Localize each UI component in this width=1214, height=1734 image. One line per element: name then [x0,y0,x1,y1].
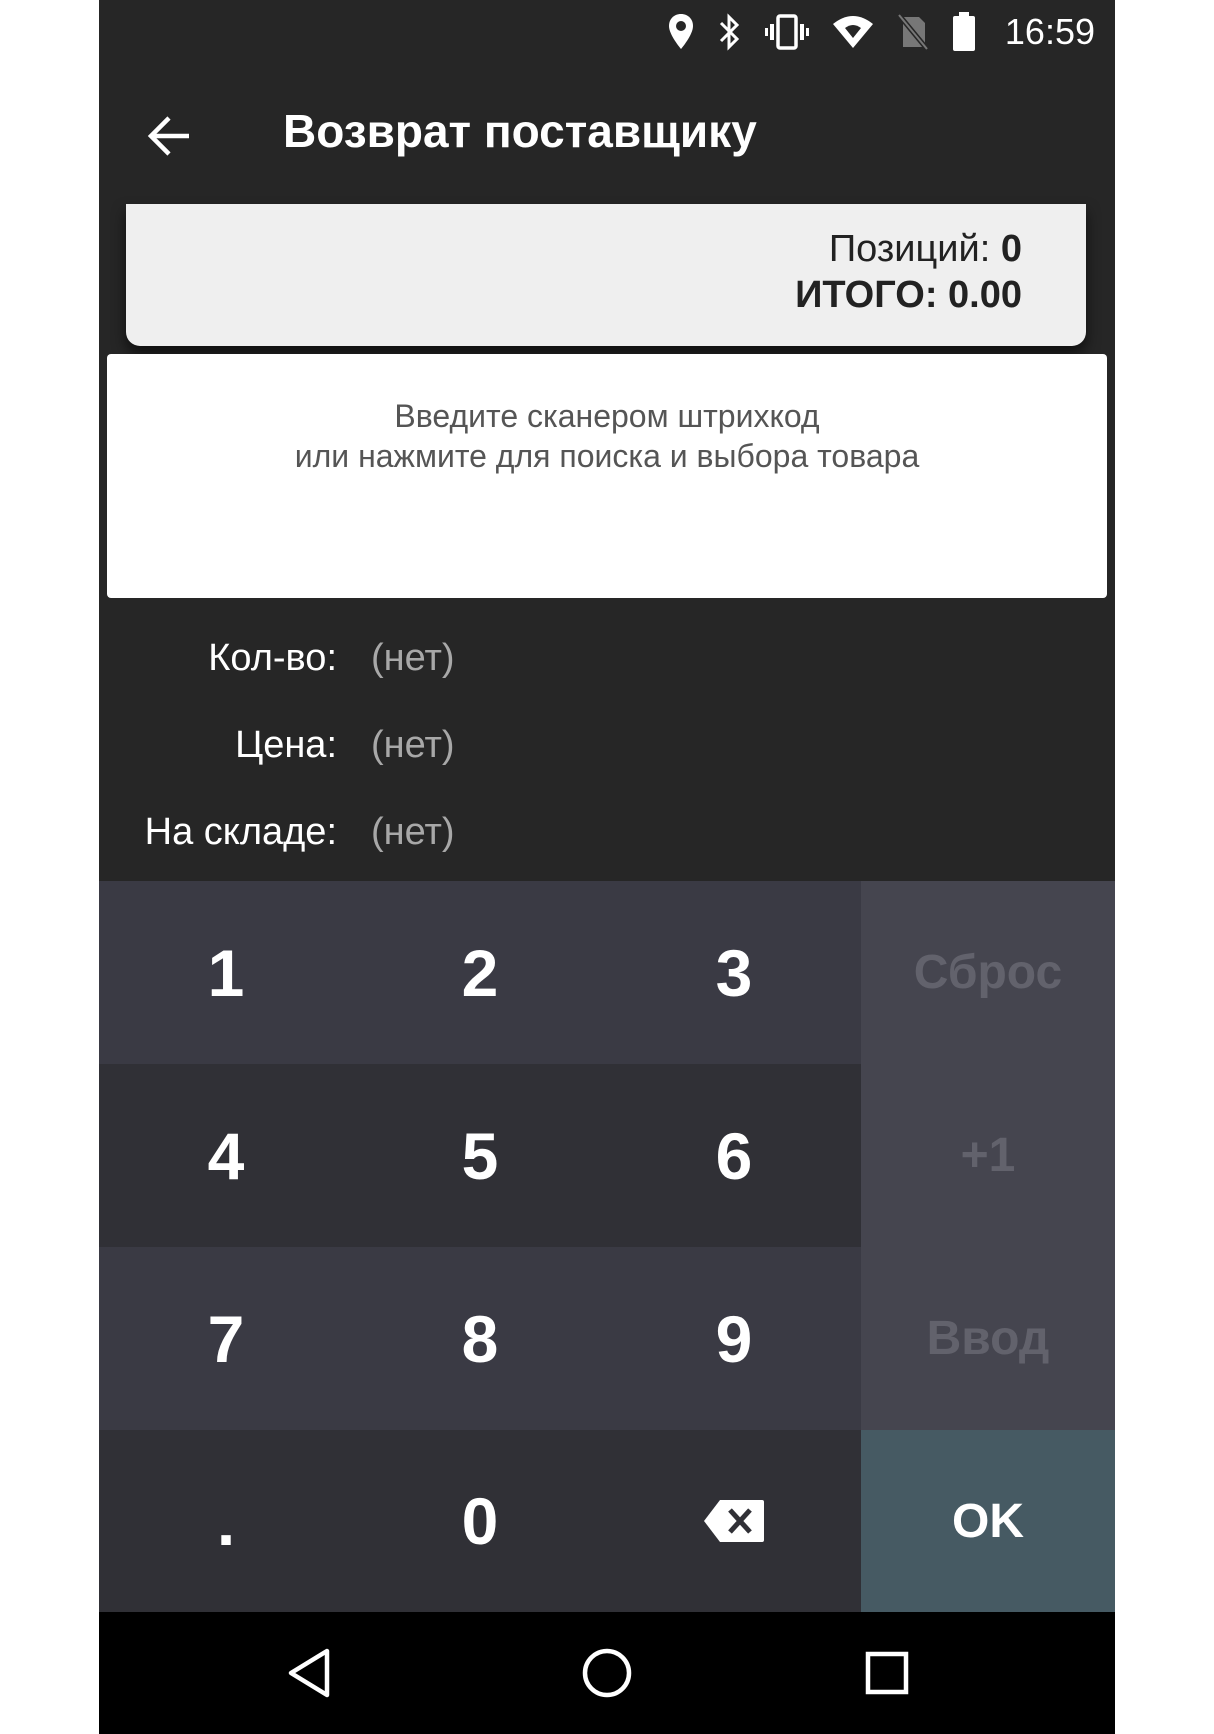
no-sim-icon [896,12,929,52]
reset-button[interactable]: Сброс [861,881,1115,1064]
toolbar: Возврат поставщику [99,64,1115,204]
total-amount: ИТОГО: 0.00 [126,272,1022,318]
price-label: Цена: [235,724,337,766]
key-5[interactable]: 5 [353,1064,607,1247]
search-hint-line-2: или нажмите для поиска и выбора товара [294,438,920,474]
price-value: (нет) [371,724,455,766]
key-dot[interactable]: . [99,1430,353,1612]
recents-square-icon [865,1651,909,1695]
back-triangle-icon [288,1648,330,1698]
total-value: 0.00 [948,274,1022,316]
key-1[interactable]: 1 [99,881,353,1064]
backspace-icon [704,1500,764,1542]
numeric-keypad: 1 2 3 Сброс 4 5 6 +1 7 8 9 Ввод . 0 OK [99,881,1115,1612]
positions-label: Позиций: [828,228,1001,270]
positions-count: Позиций: 0 [126,226,1022,272]
key-0[interactable]: 0 [353,1430,607,1612]
location-icon [667,12,695,52]
total-label: ИТОГО: [795,274,949,316]
page-title: Возврат поставщику [283,105,757,157]
quantity-field[interactable]: Кол-во: (нет) [99,625,1115,712]
quantity-value: (нет) [371,637,455,679]
price-field[interactable]: Цена: (нет) [99,712,1115,799]
summary-card: Позиций: 0 ИТОГО: 0.00 [126,204,1086,346]
barcode-search-box[interactable]: Введите сканером штрихкод или нажмите дл… [107,354,1107,598]
nav-recents-button[interactable] [852,1638,922,1708]
key-6[interactable]: 6 [607,1064,861,1247]
status-bar: 16:59 [99,0,1115,64]
search-hint-line-1: Введите сканером штрихкод [394,398,820,434]
key-2[interactable]: 2 [353,881,607,1064]
battery-icon [951,12,977,52]
positions-value: 0 [1000,228,1022,270]
key-3[interactable]: 3 [607,881,861,1064]
back-button[interactable] [129,96,209,176]
vibrate-icon [764,12,809,52]
item-fields: Кол-во: (нет) Цена: (нет) На складе: (не… [99,625,1115,886]
bluetooth-icon [717,12,743,52]
stock-field: На складе: (нет) [99,799,1115,886]
nav-home-button[interactable] [572,1638,642,1708]
ok-button[interactable]: OK [861,1430,1115,1612]
wifi-icon [831,12,875,52]
plus-one-button[interactable]: +1 [861,1064,1115,1247]
nav-back-button[interactable] [274,1638,344,1708]
backspace-button[interactable] [607,1430,861,1612]
status-time: 16:59 [1004,11,1095,52]
home-circle-icon [582,1648,632,1698]
key-7[interactable]: 7 [99,1247,353,1430]
enter-button[interactable]: Ввод [861,1247,1115,1430]
phone-screen: 16:59 Возврат поставщику Позиций: 0 ИТОГ… [99,0,1115,1734]
stock-value: (нет) [371,811,455,853]
navigation-bar [99,1612,1115,1734]
arrow-left-icon [147,116,189,156]
key-4[interactable]: 4 [99,1064,353,1247]
key-9[interactable]: 9 [607,1247,861,1430]
key-8[interactable]: 8 [353,1247,607,1430]
stock-label: На складе: [144,811,337,853]
quantity-label: Кол-во: [208,637,337,679]
